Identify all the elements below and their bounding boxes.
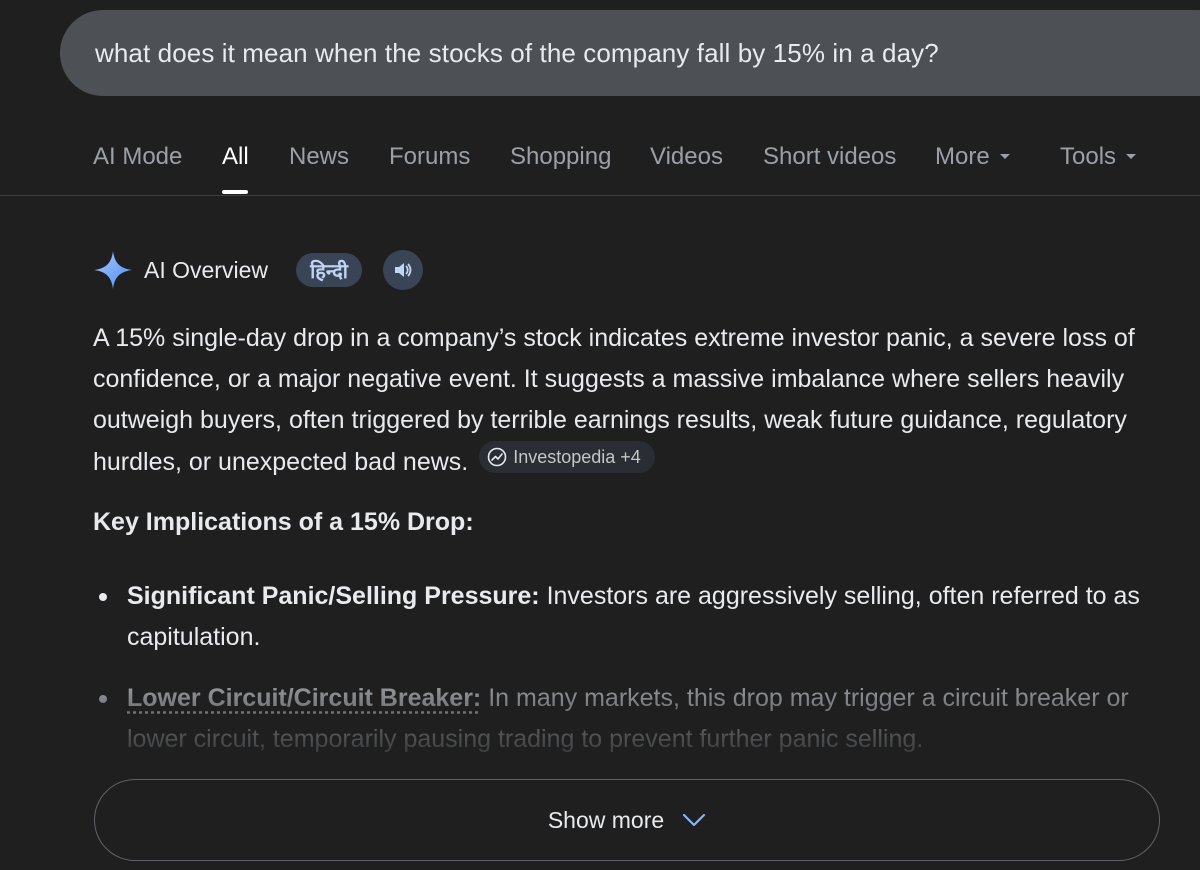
search-input[interactable]: what does it mean when the stocks of the…: [95, 38, 939, 69]
tab-ai-mode[interactable]: AI Mode: [93, 143, 182, 171]
tab-forums[interactable]: Forums: [389, 143, 470, 171]
active-tab-indicator: [222, 190, 248, 194]
list-item: Significant Panic/Selling Pressure: Inve…: [93, 576, 1173, 658]
listen-button[interactable]: [382, 250, 423, 290]
bullet-icon: [99, 593, 107, 601]
hindi-language-button[interactable]: हिन्दी: [295, 253, 362, 287]
tab-short-videos[interactable]: Short videos: [763, 143, 896, 171]
tab-more[interactable]: More: [935, 143, 1010, 171]
ai-overview-title: AI Overview: [144, 256, 268, 283]
list-item: Lower Circuit/Circuit Breaker: In many m…: [93, 678, 1173, 760]
tab-label: All: [222, 143, 249, 170]
source-citation-chip[interactable]: Investopedia +4: [479, 441, 655, 473]
ai-overview-summary: A 15% single-day drop in a company’s sto…: [93, 318, 1163, 483]
source-label: Investopedia +4: [513, 447, 641, 467]
tab-label: News: [289, 143, 350, 170]
tab-label: More: [935, 143, 990, 170]
show-more-button[interactable]: Show more: [94, 779, 1160, 861]
search-tabs: AI Mode All News Forums Shopping Videos …: [0, 130, 1200, 196]
tab-label: Short videos: [763, 143, 897, 170]
tab-label: AI Mode: [93, 143, 183, 170]
search-bar[interactable]: what does it mean when the stocks of the…: [60, 10, 1200, 96]
tab-news[interactable]: News: [289, 143, 349, 171]
investopedia-logo-icon: [487, 447, 507, 467]
tab-shopping[interactable]: Shopping: [510, 143, 611, 171]
tab-label: Shopping: [510, 143, 612, 170]
section-heading: Key Implications of a 15% Drop:: [93, 508, 474, 536]
language-label: हिन्दी: [310, 258, 348, 283]
tab-label: Tools: [1060, 143, 1117, 170]
speaker-icon: [394, 263, 412, 277]
tab-all[interactable]: All: [222, 143, 249, 171]
caret-down-icon: [999, 153, 1010, 159]
tab-videos[interactable]: Videos: [650, 143, 723, 171]
implications-list: Significant Panic/Selling Pressure: Inve…: [93, 576, 1173, 760]
tab-tools[interactable]: Tools: [1060, 143, 1137, 171]
bullet-term-link[interactable]: Lower Circuit/Circuit Breaker:: [127, 684, 481, 712]
tab-label: Forums: [389, 143, 471, 170]
search-results-page: what does it mean when the stocks of the…: [0, 0, 1200, 870]
show-more-label: Show more: [547, 806, 665, 833]
chevron-down-icon: [683, 813, 706, 827]
sparkle-icon: [94, 251, 132, 289]
ai-overview-header: AI Overview हिन्दी: [93, 250, 423, 290]
bullet-icon: [99, 695, 107, 703]
bullet-term: Significant Panic/Selling Pressure:: [127, 582, 540, 610]
tab-label: Videos: [650, 143, 723, 170]
caret-down-icon: [1126, 153, 1137, 159]
